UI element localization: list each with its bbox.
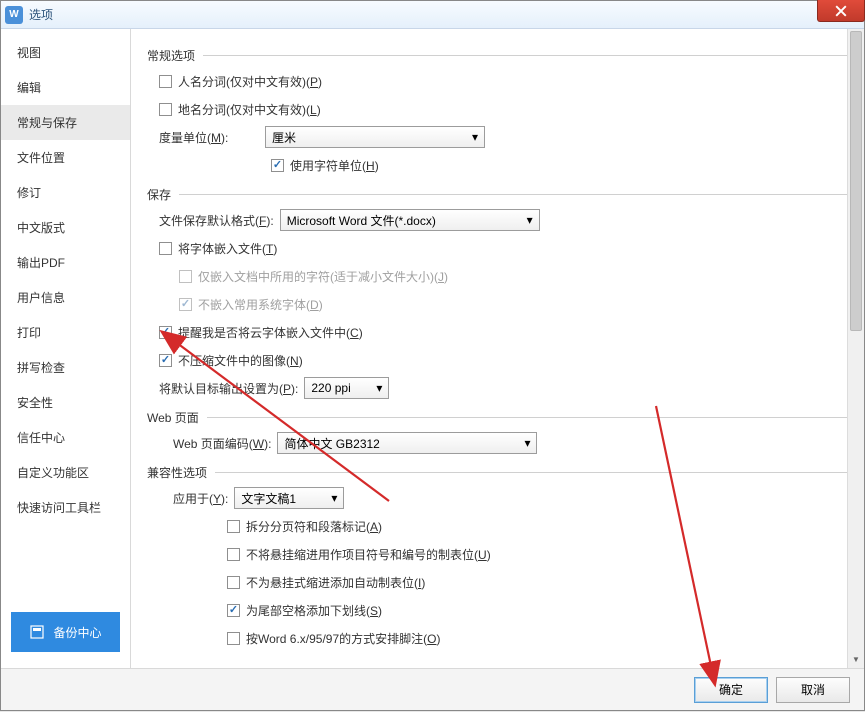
place-seg-checkbox[interactable] (159, 103, 172, 116)
embed-used-only-checkbox (179, 270, 192, 283)
sidebar-item-quick-access[interactable]: 快速访问工具栏 (1, 490, 130, 525)
sidebar-item-trust-center[interactable]: 信任中心 (1, 420, 130, 455)
compat-split-checkbox[interactable] (227, 520, 240, 533)
sidebar-item-security[interactable]: 安全性 (1, 385, 130, 420)
web-encoding-row: Web 页面编码(W): 简体中文 GB2312 ▾ (159, 432, 848, 454)
embed-fonts-row: 将字体嵌入文件(T) (159, 237, 848, 259)
no-embed-system-row: 不嵌入常用系统字体(D) (179, 293, 848, 315)
sidebar-item-revision[interactable]: 修订 (1, 175, 130, 210)
remind-cloud-row: 提醒我是否将云字体嵌入文件中(C) (159, 321, 848, 343)
default-target-row: 将默认目标输出设置为(P): 220 ppi ▾ (159, 377, 848, 399)
compat-tail-underline-row: 为尾部空格添加下划线(S) (227, 599, 848, 621)
char-unit-checkbox[interactable] (271, 159, 284, 172)
sidebar-item-print[interactable]: 打印 (1, 315, 130, 350)
scroll-thumb[interactable] (850, 31, 862, 331)
sidebar-item-cjk-layout[interactable]: 中文版式 (1, 210, 130, 245)
compat-hang-indent-label: 不将悬挂缩进用作项目符号和编号的制表位(U) (246, 546, 491, 563)
web-encoding-select[interactable]: 简体中文 GB2312 ▾ (277, 432, 537, 454)
compat-word6-checkbox[interactable] (227, 632, 240, 645)
web-encoding-label: Web 页面编码(W): (173, 435, 271, 452)
app-icon: W (5, 6, 23, 24)
char-unit-label: 使用字符单位(H) (290, 157, 379, 174)
compat-hang-indent-checkbox[interactable] (227, 548, 240, 561)
sidebar-item-general-save[interactable]: 常规与保存 (1, 105, 130, 140)
chevron-down-icon: ▾ (527, 213, 533, 227)
unit-label: 度量单位(M): (159, 129, 259, 146)
cancel-button[interactable]: 取消 (776, 677, 850, 703)
ok-button[interactable]: 确定 (694, 677, 768, 703)
no-embed-system-checkbox (179, 298, 192, 311)
embed-used-only-label: 仅嵌入文档中所用的字符(适于减小文件大小)(J) (198, 268, 448, 285)
group-compat: 兼容性选项 (147, 464, 848, 481)
sidebar-item-spellcheck[interactable]: 拼写检查 (1, 350, 130, 385)
compat-apply-label: 应用于(Y): (173, 490, 228, 507)
close-button[interactable] (817, 0, 865, 22)
embed-fonts-checkbox[interactable] (159, 242, 172, 255)
compat-split-row: 拆分分页符和段落标记(A) (227, 515, 848, 537)
sidebar: 视图 编辑 常规与保存 文件位置 修订 中文版式 输出PDF 用户信息 打印 拼… (1, 29, 131, 668)
compat-tail-underline-label: 为尾部空格添加下划线(S) (246, 602, 382, 619)
unit-row: 度量单位(M): 厘米 ▾ (159, 126, 848, 148)
sidebar-list: 视图 编辑 常规与保存 文件位置 修订 中文版式 输出PDF 用户信息 打印 拼… (1, 35, 130, 606)
no-compress-img-row: 不压缩文件中的图像(N) (159, 349, 848, 371)
compat-auto-tab-row: 不为悬挂式缩进添加自动制表位(I) (227, 571, 848, 593)
no-embed-system-label: 不嵌入常用系统字体(D) (198, 296, 323, 313)
unit-select[interactable]: 厘米 ▾ (265, 126, 485, 148)
dialog-title: 选项 (29, 6, 53, 23)
compat-auto-tab-checkbox[interactable] (227, 576, 240, 589)
compat-split-label: 拆分分页符和段落标记(A) (246, 518, 382, 535)
person-seg-row: 人名分词(仅对中文有效)(P) (159, 70, 848, 92)
dialog-body: 视图 编辑 常规与保存 文件位置 修订 中文版式 输出PDF 用户信息 打印 拼… (1, 29, 864, 668)
default-format-row: 文件保存默认格式(F): Microsoft Word 文件(*.docx) ▾ (159, 209, 848, 231)
backup-center-button[interactable]: 备份中心 (11, 612, 120, 652)
char-unit-row: 使用字符单位(H) (271, 154, 848, 176)
chevron-down-icon: ▾ (472, 130, 478, 144)
chevron-down-icon: ▾ (376, 381, 382, 395)
sidebar-item-view[interactable]: 视图 (1, 35, 130, 70)
content-panel: 常规选项 人名分词(仅对中文有效)(P) 地名分词(仅对中文有效)(L) 度量单… (131, 29, 864, 668)
compat-tail-underline-checkbox[interactable] (227, 604, 240, 617)
sidebar-item-file-location[interactable]: 文件位置 (1, 140, 130, 175)
group-save: 保存 (147, 186, 848, 203)
default-format-select[interactable]: Microsoft Word 文件(*.docx) ▾ (280, 209, 540, 231)
sidebar-item-customize-ribbon[interactable]: 自定义功能区 (1, 455, 130, 490)
options-dialog: W 选项 视图 编辑 常规与保存 文件位置 修订 中文版式 输出PDF 用户信息… (0, 0, 865, 711)
group-web: Web 页面 (147, 409, 848, 426)
compat-apply-row: 应用于(Y): 文字文稿1 ▾ (159, 487, 848, 509)
compat-word6-label: 按Word 6.x/95/97的方式安排脚注(O) (246, 630, 441, 647)
scrollbar[interactable]: ▲ ▼ (847, 29, 864, 668)
chevron-down-icon: ▾ (524, 436, 530, 450)
no-compress-img-label: 不压缩文件中的图像(N) (178, 352, 303, 369)
close-icon (835, 5, 847, 17)
compat-apply-select[interactable]: 文字文稿1 ▾ (234, 487, 344, 509)
person-seg-label: 人名分词(仅对中文有效)(P) (178, 73, 322, 90)
backup-icon (29, 624, 45, 640)
remind-cloud-checkbox[interactable] (159, 326, 172, 339)
compat-hang-indent-row: 不将悬挂缩进用作项目符号和编号的制表位(U) (227, 543, 848, 565)
footer: 确定 取消 (1, 668, 864, 710)
compat-auto-tab-label: 不为悬挂式缩进添加自动制表位(I) (246, 574, 425, 591)
place-seg-row: 地名分词(仅对中文有效)(L) (159, 98, 848, 120)
embed-used-only-row: 仅嵌入文档中所用的字符(适于减小文件大小)(J) (179, 265, 848, 287)
default-target-select[interactable]: 220 ppi ▾ (304, 377, 389, 399)
default-target-label: 将默认目标输出设置为(P): (159, 380, 298, 397)
person-seg-checkbox[interactable] (159, 75, 172, 88)
place-seg-label: 地名分词(仅对中文有效)(L) (178, 101, 321, 118)
triangle-down-icon: ▼ (852, 655, 860, 664)
no-compress-img-checkbox[interactable] (159, 354, 172, 367)
titlebar: W 选项 (1, 1, 864, 29)
scroll-down-button[interactable]: ▼ (848, 651, 864, 668)
remind-cloud-label: 提醒我是否将云字体嵌入文件中(C) (178, 324, 363, 341)
sidebar-item-user-info[interactable]: 用户信息 (1, 280, 130, 315)
sidebar-item-output-pdf[interactable]: 输出PDF (1, 245, 130, 280)
default-format-label: 文件保存默认格式(F): (159, 212, 274, 229)
embed-fonts-label: 将字体嵌入文件(T) (178, 240, 277, 257)
sidebar-item-edit[interactable]: 编辑 (1, 70, 130, 105)
compat-word6-row: 按Word 6.x/95/97的方式安排脚注(O) (227, 627, 848, 649)
group-general: 常规选项 (147, 47, 848, 64)
chevron-down-icon: ▾ (331, 491, 337, 505)
